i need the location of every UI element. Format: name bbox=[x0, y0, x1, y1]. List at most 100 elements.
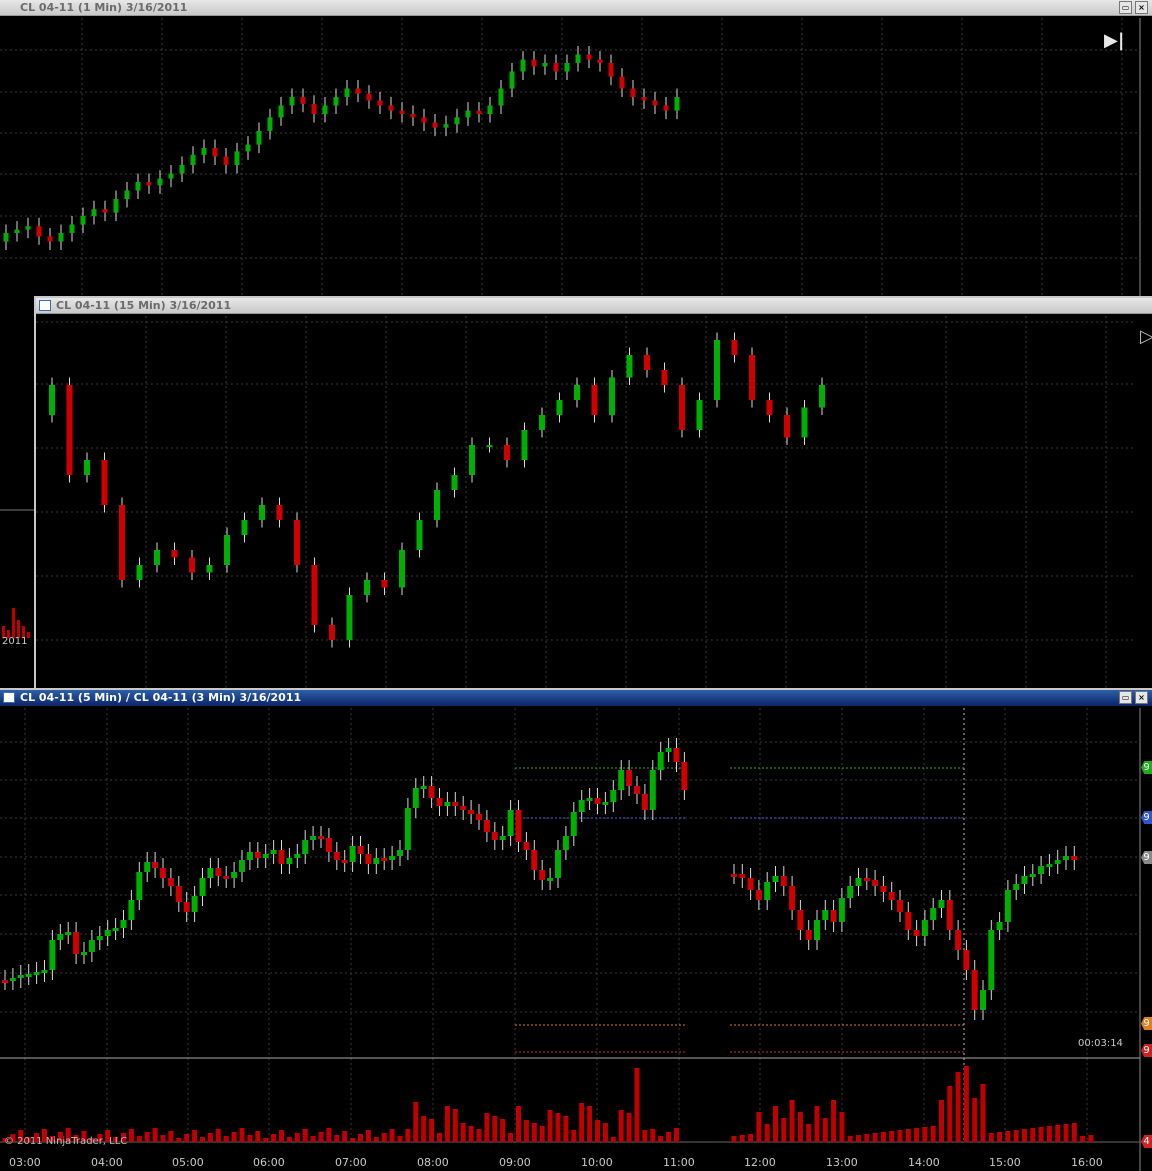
candle-body bbox=[102, 209, 108, 213]
volume-bar bbox=[1046, 1126, 1052, 1142]
volume-bar bbox=[955, 1072, 961, 1142]
price-chart-5min[interactable] bbox=[0, 690, 1152, 1171]
price-chart-15min[interactable] bbox=[36, 298, 1152, 688]
candle-body bbox=[91, 209, 97, 216]
price-chart-1min[interactable] bbox=[0, 0, 1152, 296]
scroll-to-end-icon-15min[interactable]: ▷ bbox=[1140, 326, 1152, 347]
candle-body bbox=[325, 838, 332, 852]
scroll-to-end-icon[interactable]: ▶| bbox=[1104, 30, 1124, 51]
candle-body bbox=[278, 105, 284, 118]
volume-bar bbox=[797, 1112, 803, 1142]
candle-body bbox=[120, 920, 127, 928]
candle-body bbox=[814, 920, 820, 940]
candle-body bbox=[224, 535, 230, 565]
volume-bar bbox=[160, 1135, 166, 1142]
candle-body bbox=[542, 63, 548, 67]
candle-body bbox=[113, 199, 119, 213]
volume-bar bbox=[539, 1126, 545, 1142]
volume-bar bbox=[421, 1116, 427, 1142]
volume-bar bbox=[618, 1110, 624, 1142]
volume-bar bbox=[864, 1134, 870, 1142]
volume-bar bbox=[547, 1110, 553, 1142]
candle-body bbox=[25, 226, 31, 230]
candle-body bbox=[608, 63, 614, 77]
candle-body bbox=[784, 415, 790, 438]
volume-bar bbox=[192, 1130, 198, 1142]
candle-body bbox=[212, 148, 218, 157]
chart-window-15min[interactable]: CL 04-11 (15 Min) 3/16/2011 ▷ bbox=[34, 296, 1152, 688]
candle-body bbox=[294, 854, 301, 858]
copyright-label: © 2011 NinjaTrader, LLC bbox=[4, 1136, 128, 1147]
candle-body bbox=[610, 790, 617, 802]
candle-body bbox=[465, 110, 471, 118]
candle-body bbox=[333, 97, 339, 106]
candle-body bbox=[104, 930, 111, 936]
candle-body bbox=[189, 557, 195, 573]
time-axis-label: 07:00 bbox=[335, 1156, 367, 1169]
volume-bar bbox=[731, 1136, 737, 1142]
candle-body bbox=[14, 229, 20, 233]
candle-body bbox=[215, 868, 222, 876]
candle-body bbox=[626, 770, 633, 786]
candle-body bbox=[801, 407, 808, 438]
volume-bar bbox=[773, 1106, 778, 1142]
candle-body bbox=[436, 798, 443, 806]
time-axis-label: 03:00 bbox=[9, 1156, 41, 1169]
volume-bar bbox=[365, 1130, 371, 1142]
bar-timer: 00:03:14 bbox=[1078, 1038, 1123, 1049]
volume-bar bbox=[602, 1123, 608, 1142]
volume-bar bbox=[626, 1113, 632, 1142]
candle-body bbox=[366, 93, 372, 101]
candle-body bbox=[239, 860, 245, 872]
candle-body bbox=[333, 852, 340, 860]
candle-body bbox=[863, 878, 870, 881]
candle-body bbox=[254, 852, 261, 858]
candle-body bbox=[341, 860, 348, 863]
candle-body bbox=[504, 445, 510, 460]
time-axis-label: 11:00 bbox=[663, 1156, 695, 1169]
candle-body bbox=[388, 105, 394, 111]
volume-bar bbox=[1055, 1125, 1061, 1142]
volume-bar bbox=[642, 1130, 648, 1142]
candle-body bbox=[855, 878, 862, 886]
candle-body bbox=[286, 858, 293, 864]
candle-body bbox=[183, 902, 190, 912]
volume-bar bbox=[516, 1106, 521, 1142]
volume-bar bbox=[358, 1134, 363, 1142]
candle-body bbox=[822, 910, 829, 920]
chart-window-1min[interactable]: CL 04-11 (1 Min) 3/16/2011 ▭ × ▶| 2011 bbox=[0, 0, 1152, 296]
volume-bar bbox=[247, 1135, 253, 1142]
candle-body bbox=[128, 900, 135, 920]
volume-bar bbox=[1088, 1135, 1094, 1142]
volume-bar bbox=[1080, 1136, 1086, 1142]
candle-body bbox=[49, 385, 55, 415]
volume-bar bbox=[231, 1132, 237, 1142]
volume-bar bbox=[294, 1133, 300, 1142]
time-axis-label: 10:00 bbox=[581, 1156, 613, 1169]
candle-body bbox=[980, 990, 986, 1010]
chart-window-5min[interactable]: CL 04-11 (5 Min) / CL 04-11 (3 Min) 3/16… bbox=[0, 688, 1152, 1171]
candle-body bbox=[586, 54, 592, 60]
candle-body bbox=[157, 178, 163, 186]
candle-body bbox=[679, 385, 685, 430]
volume-bar bbox=[889, 1131, 895, 1142]
candle-body bbox=[167, 878, 174, 886]
candle-body bbox=[630, 88, 636, 97]
volume-bar bbox=[658, 1136, 664, 1142]
candle-body bbox=[749, 355, 755, 400]
volume-bar bbox=[963, 1066, 969, 1142]
candle-body bbox=[41, 970, 48, 973]
candle-body bbox=[618, 770, 625, 790]
candle-body bbox=[452, 802, 459, 806]
candle-body bbox=[17, 975, 24, 978]
candle-body bbox=[421, 117, 427, 123]
candle-body bbox=[1063, 856, 1069, 860]
candle-body bbox=[80, 216, 86, 225]
candle-body bbox=[649, 770, 656, 810]
peek-chart bbox=[0, 509, 34, 638]
candle-body bbox=[245, 144, 251, 152]
candle-body bbox=[357, 846, 364, 854]
volume-bar bbox=[508, 1133, 514, 1142]
candle-body bbox=[657, 752, 664, 770]
candle-body bbox=[509, 71, 515, 89]
